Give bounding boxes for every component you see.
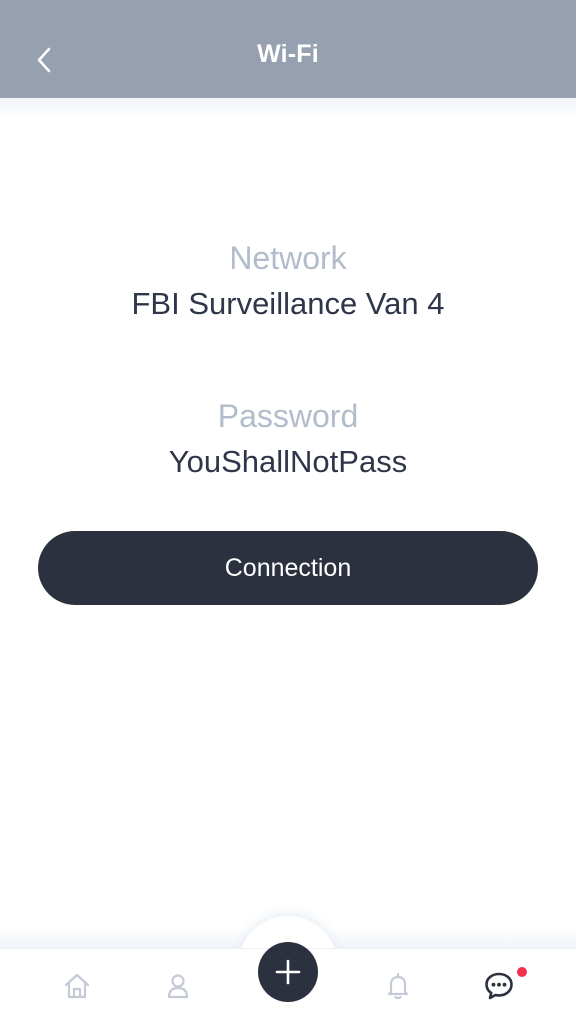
user-icon <box>167 974 189 999</box>
page-title: Wi-Fi <box>257 40 319 68</box>
wifi-screen: Wi-Fi Network FBI Surveillance Van 4 Pas… <box>0 0 576 1024</box>
tab-profile[interactable] <box>158 966 198 1006</box>
header-shadow <box>0 98 576 120</box>
plus-icon <box>275 959 301 985</box>
bell-icon <box>387 972 409 1000</box>
add-button[interactable] <box>258 942 318 1002</box>
password-value: YouShallNotPass <box>168 444 408 479</box>
tab-messages[interactable] <box>479 966 519 1006</box>
network-name-value: FBI Surveillance Van 4 <box>131 286 445 321</box>
tab-home[interactable] <box>57 966 97 1006</box>
network-label: Network <box>229 240 347 276</box>
connection-button[interactable]: Connection <box>38 531 538 605</box>
tab-notifications[interactable] <box>378 966 418 1006</box>
header-bar: Wi-Fi <box>0 0 576 98</box>
home-icon <box>64 973 90 999</box>
chat-bubble-icon <box>485 972 513 1000</box>
unread-badge <box>517 967 527 977</box>
password-label: Password <box>217 398 359 434</box>
